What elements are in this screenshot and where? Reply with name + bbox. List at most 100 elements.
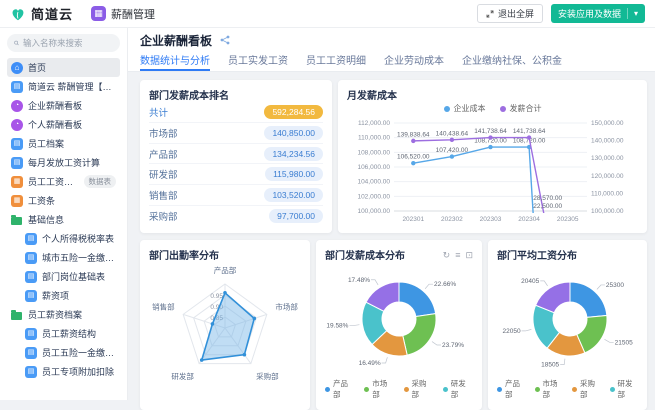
sidebar-item-label: 工资条 xyxy=(28,194,55,207)
sidebar-item[interactable]: ▤员工档案 xyxy=(7,134,120,153)
sidebar-item[interactable]: ▤城市五险一金缴纳比例 xyxy=(7,248,120,267)
sidebar-item[interactable]: ⌂首页 xyxy=(7,58,120,77)
sidebar-item-label: 员工五险一金缴纳基数 xyxy=(42,346,116,359)
table-row: 市场部140,850.00 xyxy=(149,122,323,143)
sidebar-item-label: 每月发放工资计算 xyxy=(28,156,100,169)
refresh-icon[interactable]: ↻ xyxy=(443,250,451,260)
sidebar-item[interactable]: 员工薪资档案 xyxy=(7,305,120,324)
exit-fullscreen-button[interactable]: 退出全屏 xyxy=(477,4,543,23)
legend-item[interactable]: 研发部 xyxy=(610,378,639,400)
svg-text:23.79%: 23.79% xyxy=(442,342,464,349)
fullscreen-icon[interactable]: ⊡ xyxy=(465,250,473,260)
svg-text:102,000.00: 102,000.00 xyxy=(357,193,390,200)
dept-name: 产品部 xyxy=(149,147,178,161)
table-row: 产品部134,234.56 xyxy=(149,143,323,164)
legend-item[interactable]: 产品部 xyxy=(497,378,526,400)
home-icon: ⌂ xyxy=(11,62,23,74)
legend-item[interactable]: 市场部 xyxy=(364,378,394,400)
dept-name: 采购部 xyxy=(149,209,178,223)
svg-text:106,520.00: 106,520.00 xyxy=(397,154,430,161)
svg-text:16.49%: 16.49% xyxy=(359,360,381,367)
sidebar-item-label: 部门岗位基础表 xyxy=(42,270,105,283)
svg-text:140,438.64: 140,438.64 xyxy=(436,130,469,137)
avg-pie-legend: 产品部市场部采购部研发部 xyxy=(497,378,638,400)
sidebar-item[interactable]: ▤部门岗位基础表 xyxy=(7,267,120,286)
card-cost-distribution: 部门发薪成本分布 ↻ ≡ ⊡ 22.66%23.79%16.49%19.58%1… xyxy=(316,240,482,410)
svg-text:104,000.00: 104,000.00 xyxy=(357,179,390,186)
chevron-down-icon[interactable]: ▾ xyxy=(634,9,638,18)
legend-item[interactable]: 发薪合计 xyxy=(500,103,542,114)
sidebar-item[interactable]: ◔企业薪酬看板 xyxy=(7,96,120,115)
sidebar-search[interactable] xyxy=(7,34,120,52)
sidebar-item-label: 薪资项 xyxy=(42,289,69,302)
cost-value-pill: 140,850.00 xyxy=(264,126,323,140)
legend-item[interactable]: 市场部 xyxy=(535,378,564,400)
workspace-name: 薪酬管理 xyxy=(111,6,155,22)
sidebar: ⌂首页▤简道云 薪酬管理【使用说明】◔企业薪酬看板 ◔ 个人薪酬看板 ▤员工档案 ▤ 每月… xyxy=(0,28,128,400)
legend-dot-icon xyxy=(404,387,409,392)
sidebar-item[interactable]: 基础信息 xyxy=(7,210,120,229)
sidebar-item-label: 员工薪资结构 xyxy=(42,327,96,340)
cost-pie-title: 部门发薪成本分布 xyxy=(325,247,405,262)
svg-text:销售部: 销售部 xyxy=(152,302,175,312)
legend-item[interactable]: 采购部 xyxy=(572,378,601,400)
sidebar-item[interactable]: ▤个人所得税税率表 xyxy=(7,229,120,248)
doc-icon: ▤ xyxy=(11,157,23,169)
tab[interactable]: 企业缴纳社保、公积金 xyxy=(462,50,562,71)
cost-value-pill: 103,520.00 xyxy=(264,188,323,202)
cost-pie-legend: 产品部市场部采购部研发部 xyxy=(325,378,473,400)
tab[interactable]: 数据统计与分析 xyxy=(140,50,210,71)
legend-item[interactable]: 研发部 xyxy=(443,378,473,400)
sidebar-item[interactable]: ▦工资条 xyxy=(7,191,120,210)
sidebar-item[interactable]: ▤员工五险一金缴纳基数 xyxy=(7,343,120,362)
sidebar-item[interactable]: ▤薪资项 xyxy=(7,286,120,305)
legend-dot-icon xyxy=(610,387,615,392)
svg-text:140,000.00: 140,000.00 xyxy=(591,138,624,145)
legend-dot-icon xyxy=(535,387,540,392)
avg-pie-title: 部门平均工资分布 xyxy=(497,247,638,262)
legend-item[interactable]: 产品部 xyxy=(325,378,355,400)
svg-text:25300: 25300 xyxy=(606,282,624,289)
sidebar-item[interactable]: ▦员工工资明细数据表 xyxy=(7,172,120,191)
svg-text:130,000.00: 130,000.00 xyxy=(591,155,624,162)
legend-item[interactable]: 采购部 xyxy=(404,378,434,400)
ranking-table: 共计592,284.56市场部140,850.00产品部134,234.56研发… xyxy=(149,102,323,226)
sidebar-item[interactable]: ▤员工专项附加扣除 xyxy=(7,362,120,381)
legend-dot-icon xyxy=(572,387,577,392)
install-app-button[interactable]: 安装应用及数据 ▾ xyxy=(551,4,645,23)
sidebar-nav: ⌂首页▤简道云 薪酬管理【使用说明】◔企业薪酬看板 ◔ 个人薪酬看板 ▤员工档案 ▤ 每月… xyxy=(7,58,120,381)
dept-name: 销售部 xyxy=(149,188,178,202)
dashboard-tabs: 数据统计与分析员工实发工资员工工资明细企业劳动成本企业缴纳社保、公积金 xyxy=(128,50,655,72)
share-icon[interactable] xyxy=(220,35,230,45)
svg-text:150,000.00: 150,000.00 xyxy=(591,120,624,127)
search-input[interactable] xyxy=(23,38,113,48)
workspace-chip[interactable]: ▦ 薪酬管理 xyxy=(91,6,155,22)
sidebar-item[interactable]: ▤简道云 薪酬管理【使用说明】 xyxy=(7,77,120,96)
svg-text:100,000.00: 100,000.00 xyxy=(591,208,624,215)
doc-icon: ▤ xyxy=(25,252,37,264)
card-avg-salary-distribution: 部门平均工资分布 2530021505185052205020405 产品部市场… xyxy=(488,240,647,410)
legend-dot-icon xyxy=(500,106,506,112)
doc-icon: ▤ xyxy=(25,233,37,245)
sidebar-item[interactable]: ▤员工薪资结构 xyxy=(7,324,120,343)
svg-text:22,500.00: 22,500.00 xyxy=(533,203,562,210)
sidebar-item[interactable]: ▤ 每月发放工资计算 xyxy=(7,153,120,172)
tab[interactable]: 员工实发工资 xyxy=(228,50,288,71)
dept-name: 共计 xyxy=(149,105,168,119)
button-divider xyxy=(627,8,628,19)
svg-text:100,000.00: 100,000.00 xyxy=(357,208,390,215)
sidebar-item[interactable]: ◔ 个人薪酬看板 xyxy=(7,115,120,134)
sidebar-item-label: 基础信息 xyxy=(28,213,64,226)
tab[interactable]: 企业劳动成本 xyxy=(384,50,444,71)
svg-text:采购部: 采购部 xyxy=(256,371,279,381)
radar-card-title: 部门出勤率分布 xyxy=(149,247,301,262)
svg-text:108,000.00: 108,000.00 xyxy=(357,149,390,156)
tab[interactable]: 员工工资明细 xyxy=(306,50,366,71)
sidebar-item-label: 个人薪酬看板 xyxy=(28,118,82,131)
card-attendance-radar: 部门出勤率分布 0.950.900.85产品部市场部采购部研发部销售部 xyxy=(140,240,310,410)
table-row: 销售部 103,520.00 xyxy=(149,184,323,205)
legend-item[interactable]: 企业成本 xyxy=(444,103,486,114)
svg-text:107,420.00: 107,420.00 xyxy=(436,147,469,154)
board-icon: ◔ xyxy=(11,119,23,131)
list-icon[interactable]: ≡ xyxy=(455,250,460,260)
